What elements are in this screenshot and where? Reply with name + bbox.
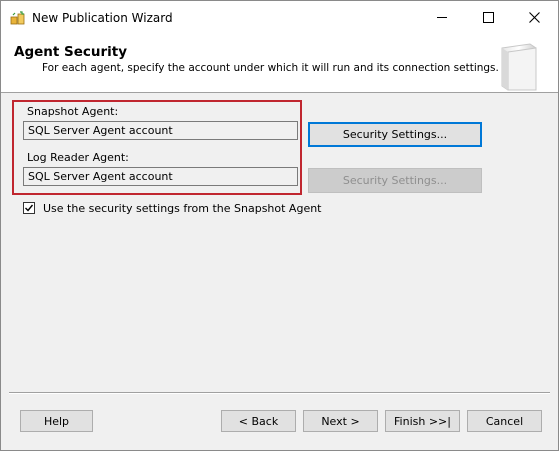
minimize-icon (437, 17, 447, 18)
footer-divider (9, 392, 550, 394)
page-subtitle: For each agent, specify the account unde… (42, 62, 499, 74)
title-bar[interactable]: New Publication Wizard (1, 1, 558, 34)
page-title: Agent Security (14, 44, 128, 60)
window-title: New Publication Wizard (32, 11, 173, 25)
wizard-header: Agent Security For each agent, specify t… (1, 34, 558, 93)
finish-button[interactable]: Finish >>| (385, 410, 460, 432)
minimize-button[interactable] (419, 1, 465, 34)
help-button[interactable]: Help (20, 410, 93, 432)
maximize-icon (482, 12, 494, 23)
close-icon (528, 12, 540, 23)
snapshot-agent-account-field: SQL Server Agent account (23, 121, 298, 140)
maximize-button[interactable] (465, 1, 511, 34)
log-reader-agent-label: Log Reader Agent: (27, 151, 129, 164)
use-snapshot-settings-checkbox[interactable] (23, 202, 35, 214)
wizard-window: New Publication Wizard Agent Security Fo… (0, 0, 559, 451)
snapshot-security-settings-button[interactable]: Security Settings... (308, 122, 482, 147)
checkmark-icon (25, 204, 34, 212)
log-reader-agent-account-field: SQL Server Agent account (23, 167, 298, 186)
cancel-button[interactable]: Cancel (467, 410, 542, 432)
close-button[interactable] (511, 1, 557, 34)
wizard-book-graphic (501, 43, 537, 91)
publication-wizard-icon (10, 11, 25, 25)
back-button[interactable]: < Back (221, 410, 296, 432)
log-reader-security-settings-button[interactable]: Security Settings... (308, 168, 482, 193)
next-button[interactable]: Next > (303, 410, 378, 432)
use-snapshot-settings-label[interactable]: Use the security settings from the Snaps… (43, 202, 322, 215)
snapshot-agent-label: Snapshot Agent: (27, 105, 119, 118)
